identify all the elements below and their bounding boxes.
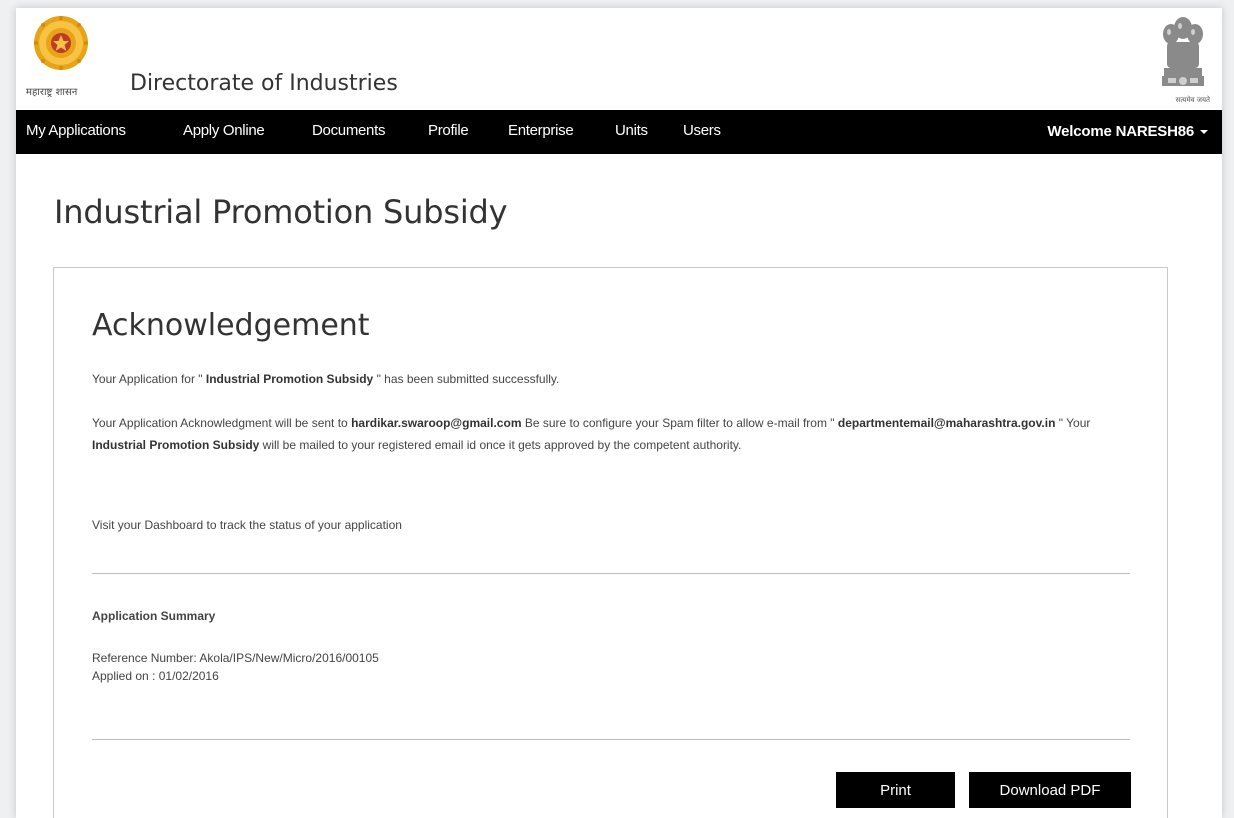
maharashtra-seal-icon [34, 16, 88, 70]
department-email: departmentemail@maharashtra.gov.in [837, 416, 1056, 430]
caret-down-icon [1200, 130, 1208, 135]
site-title[interactable]: Directorate of Industries [130, 71, 398, 96]
nav-users[interactable]: Users [683, 122, 721, 139]
scheme-name: Industrial Promotion Subsidy [205, 372, 374, 386]
acknowledgement-title: Acknowledgement [92, 308, 370, 343]
email-notice-text-1: Your Application Acknowledgment will be … [92, 416, 352, 430]
welcome-label: Welcome NARESH86 [1047, 123, 1194, 140]
dashboard-hint: Visit your Dashboard to track the status… [92, 518, 402, 532]
user-menu-toggle[interactable]: Welcome NARESH86 [1047, 123, 1208, 140]
submission-text-end: " has been submitted successfully. [373, 372, 560, 386]
applicant-email: hardikar.swaroop@gmail.com [351, 416, 522, 430]
nav-documents[interactable]: Documents [312, 122, 385, 139]
emblem-caption: सत्यमेव जयते [1175, 96, 1210, 104]
nav-profile[interactable]: Profile [428, 122, 469, 139]
nav-enterprise[interactable]: Enterprise [508, 122, 574, 139]
nav-apply-online[interactable]: Apply Online [183, 122, 265, 139]
email-notice-text-2: Be sure to configure your Spam filter to… [521, 416, 838, 430]
summary-heading: Application Summary [92, 609, 216, 623]
acknowledgement-panel: Acknowledgement Your Application for " I… [53, 267, 1168, 818]
scheme-name-2: Industrial Promotion Subsidy [92, 438, 260, 452]
state-caption: महाराष्ट्र शासन [26, 87, 78, 98]
nav-my-applications[interactable]: My Applications [26, 122, 126, 139]
print-button[interactable]: Print [836, 772, 955, 808]
nav-units[interactable]: Units [615, 122, 648, 139]
submission-message: Your Application for " Industrial Promot… [92, 368, 1102, 390]
page-title: Industrial Promotion Subsidy [54, 193, 508, 231]
page-container: महाराष्ट्र शासन Directorate of Industrie… [16, 8, 1222, 818]
main-navbar: My Applications Apply Online Documents P… [16, 110, 1222, 154]
submission-text-start: Your Application for " [92, 372, 206, 386]
email-notice: Your Application Acknowledgment will be … [92, 412, 1102, 456]
reference-number: Reference Number: Akola/IPS/New/Micro/20… [92, 651, 379, 665]
divider [92, 573, 1130, 574]
email-notice-text-3: " Your [1055, 416, 1091, 430]
divider [92, 739, 1130, 740]
email-notice-text-4: will be mailed to your registered email … [259, 438, 742, 452]
applied-on-date: Applied on : 01/02/2016 [92, 669, 219, 683]
download-pdf-button[interactable]: Download PDF [969, 772, 1131, 808]
site-header: महाराष्ट्र शासन Directorate of Industrie… [16, 8, 1222, 110]
national-emblem-icon [1162, 17, 1204, 86]
